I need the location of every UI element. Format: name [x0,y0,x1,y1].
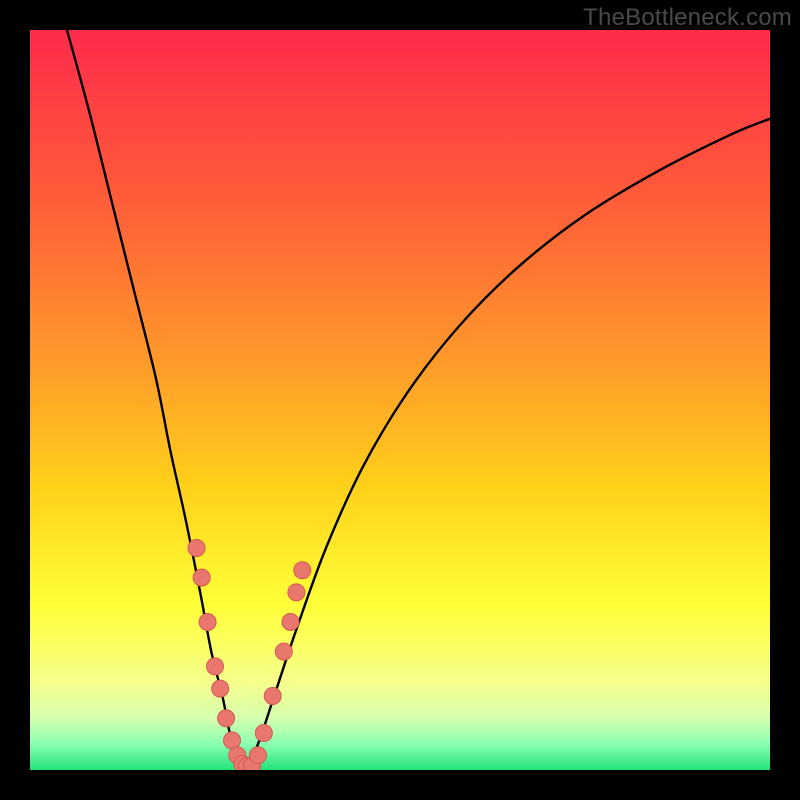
scatter-dot [218,710,235,727]
scatter-dot [264,688,281,705]
watermark-text: TheBottleneck.com [583,4,792,32]
scatter-dot [193,569,210,586]
scatter-dot [282,614,299,631]
scatter-dot [199,614,216,631]
right-curve [248,119,770,767]
scatter-dot [188,540,205,557]
scatter-dot [207,658,224,675]
left-curve [67,30,243,766]
scatter-group [188,540,311,771]
scatter-dot [288,584,305,601]
scatter-dot [255,725,272,742]
scatter-dot [249,747,266,764]
chart-frame [30,30,770,770]
scatter-dot [212,680,229,697]
scatter-dot [275,643,292,660]
scatter-dot [294,562,311,579]
chart-plot [30,30,770,770]
